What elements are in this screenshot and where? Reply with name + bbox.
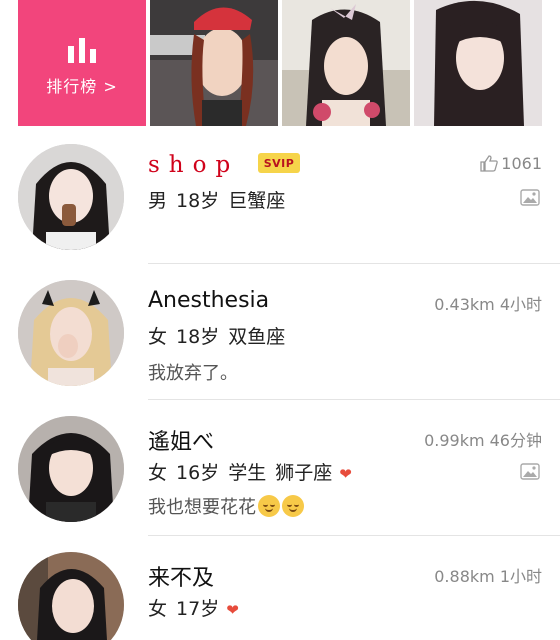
user-status: 我也想要花花 [148, 493, 304, 519]
photo-icon [520, 463, 540, 480]
relieved-face-emoji [258, 495, 280, 517]
list-item[interactable]: 遙姐べ 0.99km 46分钟 女 16岁 学生 狮子座 ❤ 我也想要花花 [0, 400, 560, 536]
gender: 女 [148, 326, 168, 348]
relieved-face-emoji [282, 495, 304, 517]
list-item[interactable]: shop SVIP 男 18岁 巨蟹座 1061 [0, 126, 560, 264]
status-text: 我也想要花花 [148, 497, 256, 518]
svip-badge: SVIP [258, 153, 300, 173]
top-banner: 排行榜 > [0, 0, 560, 126]
photo-icon [520, 189, 540, 206]
avatar[interactable] [18, 416, 124, 522]
distance-time: 0.88km 1小时 [434, 567, 542, 586]
like-count[interactable]: 1061 [480, 154, 542, 173]
user-meta: 女 16岁 学生 狮子座 ❤ [148, 458, 361, 485]
gender: 女 [148, 462, 168, 484]
ranking-tile[interactable]: 排行榜 > [18, 0, 146, 126]
gender: 男 [148, 190, 168, 212]
bar-chart-icon [68, 38, 96, 63]
age: 18岁 [176, 190, 220, 212]
thumbs-up-icon [480, 155, 499, 172]
avatar[interactable] [18, 552, 124, 640]
user-name: Anesthesia [148, 288, 270, 313]
user-name: 遙姐べ [148, 430, 215, 455]
ranking-label: 排行榜 > [46, 77, 118, 96]
list-item[interactable]: Anesthesia 0.43km 4小时 女 18岁 双鱼座 我放弃了。 [0, 264, 560, 400]
avatar[interactable] [18, 280, 124, 386]
likes-value: 1061 [501, 154, 542, 173]
zodiac: 巨蟹座 [228, 190, 286, 212]
age: 18岁 [176, 326, 220, 348]
avatar[interactable] [18, 144, 124, 250]
occupation: 学生 [228, 462, 267, 484]
zodiac: 双鱼座 [228, 326, 286, 348]
heart-icon: ❤ [339, 465, 352, 483]
heart-icon: ❤ [226, 601, 239, 619]
featured-photo[interactable] [282, 0, 410, 126]
featured-photo[interactable] [414, 0, 542, 126]
list-item[interactable]: 来不及 0.88km 1小时 女 17岁 ❤ [0, 536, 560, 640]
zodiac: 狮子座 [275, 462, 333, 484]
user-meta: 女 18岁 双鱼座 [148, 322, 294, 349]
user-name: 来不及 [148, 566, 215, 591]
user-name: shop [148, 152, 240, 178]
age: 16岁 [176, 462, 220, 484]
user-meta: 男 18岁 巨蟹座 [148, 186, 294, 213]
age: 17岁 [176, 598, 220, 620]
user-meta: 女 17岁 ❤ [148, 594, 248, 621]
distance-time: 0.99km 46分钟 [424, 431, 542, 450]
gender: 女 [148, 598, 168, 620]
featured-photo[interactable] [150, 0, 278, 126]
user-status: 我放弃了。 [148, 363, 238, 384]
distance-time: 0.43km 4小时 [434, 295, 542, 314]
